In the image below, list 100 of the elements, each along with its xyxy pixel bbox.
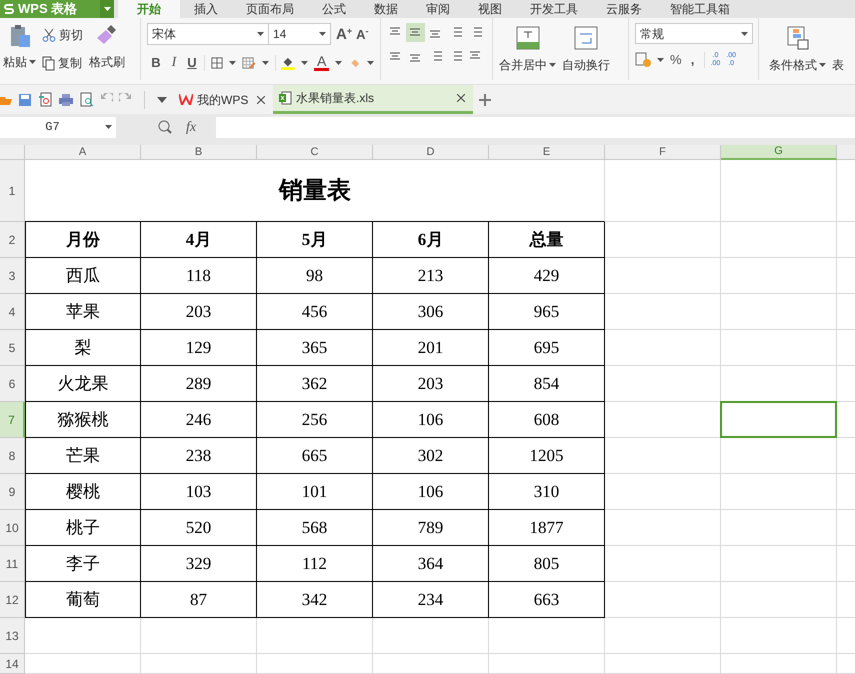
table-cell: 118: [141, 258, 257, 294]
spreadsheet-icon: [279, 91, 292, 105]
dropdown-caret-icon: [105, 125, 112, 129]
row-header[interactable]: 6: [0, 366, 25, 402]
document-tab[interactable]: 水果销量表.xls: [273, 85, 473, 114]
active-cell[interactable]: [720, 401, 837, 438]
table-cell: 429: [489, 258, 605, 294]
function-button[interactable]: fx: [186, 116, 206, 138]
row-header[interactable]: 7: [0, 402, 25, 438]
merge-center-button[interactable]: 合并居中: [499, 56, 556, 74]
name-box[interactable]: G7: [0, 116, 116, 138]
column-header[interactable]: D: [373, 145, 489, 160]
menu-tab[interactable]: 公式: [308, 0, 360, 18]
paste-button[interactable]: 粘贴: [3, 53, 36, 71]
row-header[interactable]: 11: [0, 546, 25, 582]
dropdown-caret-icon[interactable]: [157, 96, 167, 102]
dropdown-caret-icon: [257, 32, 264, 36]
row-header[interactable]: 12: [0, 582, 25, 618]
row-header[interactable]: 5: [0, 330, 25, 366]
print-preview-icon[interactable]: [80, 92, 94, 107]
menu-tab[interactable]: 智能工具箱: [656, 0, 744, 18]
menu-tab[interactable]: 页面布局: [232, 0, 308, 18]
document-tab-label: 水果销量表.xls: [296, 90, 375, 107]
table-cell: 310: [489, 474, 605, 510]
conditional-format-icon[interactable]: [786, 26, 808, 50]
row-header[interactable]: 14: [0, 654, 25, 674]
font-name-field[interactable]: 宋体: [147, 23, 269, 45]
number-format-field[interactable]: 常规: [635, 23, 753, 44]
cut-button[interactable]: 剪切: [42, 26, 83, 44]
dropdown-caret-icon: [657, 58, 664, 62]
dropdown-caret-icon: [819, 63, 826, 67]
menu-tab[interactable]: 视图: [464, 0, 516, 18]
align-button[interactable]: [406, 23, 425, 42]
app-menu-button[interactable]: [100, 0, 114, 18]
format-painter-button[interactable]: 格式刷: [89, 53, 125, 71]
table-cell: 98: [257, 258, 373, 294]
menu-tab[interactable]: 开始: [118, 0, 180, 18]
dropdown-caret-icon: [335, 60, 342, 64]
clipboard-icon[interactable]: [8, 24, 30, 48]
table-cell: 608: [489, 402, 605, 438]
dropdown-caret-icon: [262, 60, 269, 64]
table-title: 销量表: [257, 160, 373, 222]
menu-tab[interactable]: 云服务: [592, 0, 656, 18]
table-cell: 106: [373, 474, 489, 510]
menu-tab[interactable]: 开发工具: [516, 0, 592, 18]
search-icon[interactable]: [158, 120, 172, 134]
menu-tab[interactable]: 插入: [180, 0, 232, 18]
row-header[interactable]: 4: [0, 294, 25, 330]
dropdown-caret-icon: [549, 63, 556, 67]
row-header[interactable]: 1: [0, 160, 25, 222]
border-icon[interactable]: [210, 56, 223, 70]
close-icon[interactable]: [257, 96, 265, 104]
column-heading-cell: 月份: [25, 222, 141, 258]
table-cell: 663: [489, 582, 605, 618]
table-cell: 965: [489, 294, 605, 330]
font-color-button[interactable]: A: [314, 54, 330, 71]
copy-button[interactable]: 复制: [42, 54, 83, 72]
row-header[interactable]: 2: [0, 222, 25, 258]
column-heading-cell: 6月: [373, 222, 489, 258]
table-cell: 789: [373, 510, 489, 546]
column-header[interactable]: B: [141, 145, 257, 160]
add-tab-icon[interactable]: [479, 94, 491, 106]
table-cell: 103: [141, 474, 257, 510]
conditional-format-button[interactable]: 条件格式: [769, 56, 826, 74]
italic-button[interactable]: I: [168, 52, 180, 73]
wrap-text-icon[interactable]: [574, 26, 598, 50]
merge-cells-icon[interactable]: [516, 26, 540, 50]
comma-button[interactable]: ,: [688, 50, 698, 70]
percent-button[interactable]: %: [670, 50, 682, 70]
row-header[interactable]: 13: [0, 618, 25, 654]
close-icon[interactable]: [457, 94, 465, 102]
print-icon[interactable]: [58, 92, 74, 106]
table-style-button[interactable]: 表: [832, 56, 844, 74]
row-header[interactable]: 3: [0, 258, 25, 294]
underline-button[interactable]: U: [186, 52, 198, 72]
shrink-font-button[interactable]: A$^{-}$: [356, 28, 368, 40]
export-icon[interactable]: [38, 92, 52, 107]
font-size-field[interactable]: 14: [269, 23, 331, 45]
cell-style-icon[interactable]: [242, 56, 256, 70]
column-header[interactable]: A: [25, 145, 141, 160]
menu-tab[interactable]: 数据: [360, 0, 412, 18]
bold-button[interactable]: B: [150, 52, 162, 72]
scissors-icon: [42, 28, 56, 42]
column-header[interactable]: G: [721, 145, 837, 160]
column-header[interactable]: C: [257, 145, 373, 160]
row-header[interactable]: 10: [0, 510, 25, 546]
copy-icon: [42, 56, 55, 70]
table-cell: 101: [257, 474, 373, 510]
menu-tab[interactable]: 审阅: [412, 0, 464, 18]
column-header[interactable]: F: [605, 145, 721, 160]
row-header[interactable]: 9: [0, 474, 25, 510]
column-header[interactable]: E: [489, 145, 605, 160]
app-name: WPS 表格: [18, 0, 78, 18]
wrap-text-button[interactable]: 自动换行: [562, 56, 610, 74]
table-cell: 234: [373, 582, 489, 618]
currency-icon[interactable]: [635, 52, 651, 68]
table-cell: 665: [257, 438, 373, 474]
save-icon[interactable]: [18, 92, 32, 106]
grow-font-button[interactable]: A$^{+}$: [336, 26, 352, 42]
row-header[interactable]: 8: [0, 438, 25, 474]
